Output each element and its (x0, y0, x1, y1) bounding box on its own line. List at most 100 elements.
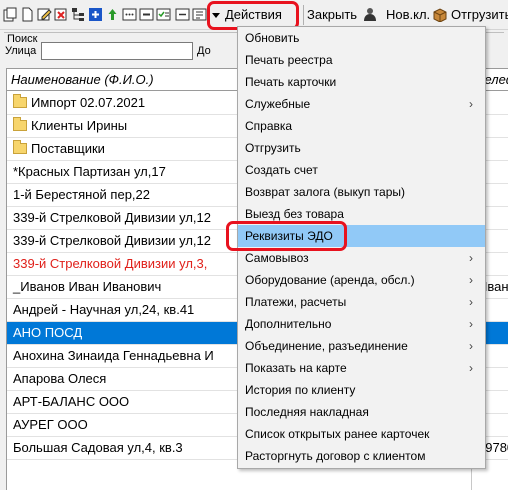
toolbar-separator (303, 5, 304, 25)
menu-item[interactable]: Показать на карте › (238, 357, 485, 379)
new-document-icon[interactable] (20, 7, 35, 22)
menu-item-label: Список открытых ранее карточек (245, 427, 430, 441)
ship-label: Отгрузить (451, 7, 508, 22)
row-name-text: 339-й Стрелковой Дивизии ул,12 (13, 210, 211, 225)
menu-item-label: Выезд без товара (245, 207, 344, 221)
menu-item-label: Печать карточки (245, 75, 337, 89)
menu-item-label: Объединение, разъединение (245, 339, 408, 353)
menu-item-label: Обновить (245, 31, 300, 45)
submenu-arrow-icon: › (469, 295, 473, 309)
menu-item[interactable]: Служебные › (238, 93, 485, 115)
up-arrow-icon[interactable] (105, 7, 120, 22)
ship-box-icon[interactable] (432, 7, 447, 22)
row-name-cell: Клиенты Ирины (7, 115, 235, 137)
checklist-icon[interactable] (156, 7, 171, 22)
menu-item-label: Реквизиты ЭДО (245, 229, 333, 243)
menu-item[interactable]: Оборудование (аренда, обсл.) › (238, 269, 485, 291)
column-header-name[interactable]: Наименование (Ф.И.О.) (7, 69, 237, 91)
row-name-text: Импорт 02.07.2021 (31, 95, 146, 110)
menu-item-label: Дополнительно (245, 317, 332, 331)
menu-item[interactable]: Расторгнуть договор с клиентом (238, 445, 485, 467)
row-name-text: *Красных Партизан ул,17 (13, 164, 166, 179)
row-name-text: Большая Садовая ул,4, кв.3 (13, 440, 183, 455)
row-name-cell: 1-й Берестяной пер,22 (7, 184, 235, 206)
tree-icon[interactable] (71, 7, 86, 22)
menu-item-label: Самовывоз (245, 251, 309, 265)
folder-icon (13, 117, 27, 131)
row-name-text: 1-й Берестяной пер,22 (13, 187, 151, 202)
group-icon[interactable] (192, 7, 207, 22)
menu-item[interactable]: Возврат залога (выкуп тары) (238, 181, 485, 203)
menu-item-label: Возврат залога (выкуп тары) (245, 185, 405, 199)
search-right-label: До (197, 45, 211, 57)
more-icon[interactable] (122, 7, 137, 22)
row-name-text: Апарова Олеся (13, 371, 107, 386)
submenu-arrow-icon: › (469, 251, 473, 265)
menu-item[interactable]: Объединение, разъединение › (238, 335, 485, 357)
menu-item-label: Последняя накладная (245, 405, 369, 419)
menu-item-label: Показать на карте (245, 361, 347, 375)
row-name-cell: Большая Садовая ул,4, кв.3 (7, 437, 235, 459)
row-name-text: АУРЕГ ООО (13, 417, 88, 432)
row-name-cell: 339-й Стрелковой Дивизии ул,12 (7, 230, 235, 252)
copy-icon[interactable] (3, 7, 18, 22)
menu-item[interactable]: Самовывоз › (238, 247, 485, 269)
row-name-cell: Анохина Зинаида Геннадьевна И (7, 345, 235, 367)
folder-icon (13, 94, 27, 108)
dropdown-arrow-icon (212, 13, 220, 19)
close-label: Закрыть (307, 7, 358, 22)
submenu-arrow-icon: › (469, 361, 473, 375)
menu-item[interactable]: Отгрузить (238, 137, 485, 159)
menu-item-label: Справка (245, 119, 293, 133)
menu-item-label: Расторгнуть договор с клиентом (245, 449, 426, 463)
row-name-cell: Андрей - Научная ул,24, кв.41 (7, 299, 235, 321)
menu-item-label: Печать реестра (245, 53, 333, 67)
menu-item[interactable]: Список открытых ранее карточек (238, 423, 485, 445)
collapse-icon[interactable] (139, 7, 154, 22)
row-name-cell: Импорт 02.07.2021 (7, 92, 235, 114)
row-name-text: АРТ-БАЛАНС ООО (13, 394, 130, 409)
menu-item[interactable]: Платежи, расчеты › (238, 291, 485, 313)
menu-item[interactable]: Справка (238, 115, 485, 137)
new-client-button[interactable]: Нов.кл. (386, 4, 430, 26)
submenu-arrow-icon: › (469, 97, 473, 111)
submenu-arrow-icon: › (469, 317, 473, 331)
street-search-input[interactable] (41, 42, 193, 60)
menu-item[interactable]: Выезд без товара (238, 203, 485, 225)
ship-button[interactable]: Отгрузить (451, 4, 508, 26)
submenu-arrow-icon: › (469, 273, 473, 287)
row-name-text: Анохина Зинаида Геннадьевна И (13, 348, 214, 363)
menu-item-label: Отгрузить (245, 141, 301, 155)
menu-item[interactable]: Печать карточки (238, 71, 485, 93)
delete-icon[interactable] (54, 7, 69, 22)
row-name-cell: Поставщики (7, 138, 235, 160)
menu-item-label: Создать счет (245, 163, 318, 177)
folder-icon (13, 140, 27, 154)
minus-icon[interactable] (175, 7, 190, 22)
menu-item[interactable]: Последняя накладная (238, 401, 485, 423)
row-name-cell: _Иванов Иван Иванович (7, 276, 235, 298)
actions-menu-button[interactable]: Действия (210, 4, 282, 26)
menu-item-label: Оборудование (аренда, обсл.) (245, 273, 415, 287)
menu-item-label: История по клиенту (245, 383, 356, 397)
menu-item[interactable]: Реквизиты ЭДО (238, 225, 485, 247)
close-button[interactable]: Закрыть (307, 4, 357, 26)
actions-label: Действия (225, 7, 282, 22)
row-name-text: Клиенты Ирины (31, 118, 128, 133)
row-name-cell: АРТ-БАЛАНС ООО (7, 391, 235, 413)
menu-item[interactable]: История по клиенту (238, 379, 485, 401)
menu-item[interactable]: Печать реестра (238, 49, 485, 71)
row-name-text: Поставщики (31, 141, 105, 156)
row-name-cell: Апарова Олеся (7, 368, 235, 390)
edit-icon[interactable] (37, 7, 52, 22)
menu-item[interactable]: Обновить (238, 27, 485, 49)
new-client-icon[interactable] (363, 7, 378, 22)
add-item-icon[interactable] (88, 7, 103, 22)
menu-item[interactable]: Создать счет (238, 159, 485, 181)
street-label: Улица (5, 45, 37, 57)
actions-dropdown-menu: Обновить Печать реестра Печать карточки Слу… (237, 26, 486, 469)
row-name-cell: АУРЕГ ООО (7, 414, 235, 436)
menu-item[interactable]: Дополнительно › (238, 313, 485, 335)
row-name-cell: 339-й Стрелковой Дивизии ул,3, (7, 253, 235, 275)
row-name-cell: *Красных Партизан ул,17 (7, 161, 235, 183)
